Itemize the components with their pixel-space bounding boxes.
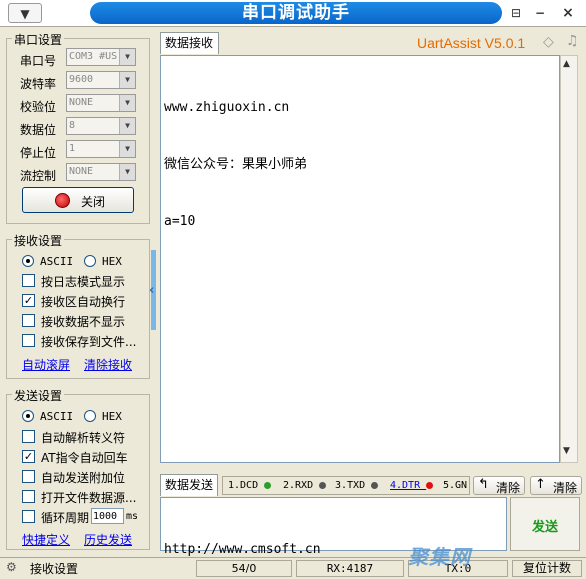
send-history-link[interactable]: 历史发送: [84, 531, 132, 548]
recv-hide-checkbox[interactable]: [22, 314, 35, 327]
clear-all-button[interactable]: ↑ 清除: [530, 476, 582, 495]
status-bar: ⚙ 接收设置 54/0 RX:4187 TX:0 复位计数: [0, 557, 586, 579]
recv-save-file-label: 接收保存到文件...: [41, 335, 137, 349]
settings-icon: ⚙: [6, 560, 17, 574]
close-window-button[interactable]: ×: [556, 3, 580, 23]
clear-receive-link[interactable]: 清除接收: [84, 356, 132, 373]
title-bar: ▼ 串口调试助手 ⊟ − ×: [0, 0, 586, 26]
send-hex-radio[interactable]: [84, 410, 96, 422]
send-file-label: 打开文件数据源...: [41, 491, 137, 505]
receive-settings-title: 接收设置: [12, 232, 65, 249]
status-label: 接收设置: [30, 562, 79, 576]
minimize-button[interactable]: −: [530, 3, 550, 23]
baud-select[interactable]: 9600 ▼: [66, 71, 136, 89]
collapse-left-icon[interactable]: ‹: [149, 283, 154, 298]
recv-hex-label: HEX: [102, 255, 122, 268]
system-menu-button[interactable]: ▼: [8, 3, 42, 23]
port-label: 串口号: [20, 54, 57, 68]
chevron-down-icon: ▼: [119, 141, 135, 157]
shortcut-define-link[interactable]: 快捷定义: [22, 531, 70, 548]
stopbits-select[interactable]: 1 ▼: [66, 140, 136, 158]
recv-log-mode-label: 按日志模式显示: [41, 275, 126, 289]
baud-label: 波特率: [20, 77, 57, 91]
signal-dtr[interactable]: 4.DTR: [390, 480, 434, 491]
status-led-icon: [55, 193, 70, 208]
send-hex-label: HEX: [102, 410, 122, 423]
signal-txd: 3.TXD: [335, 480, 379, 491]
chevron-down-icon: ▼: [20, 7, 30, 21]
recv-hex-radio[interactable]: [84, 255, 96, 267]
port-select[interactable]: COM3 #US ▼: [66, 48, 136, 66]
bell-icon[interactable]: ♫: [566, 33, 579, 49]
brand-label: UartAssist V5.0.1: [417, 35, 526, 51]
send-loop-checkbox[interactable]: [22, 510, 35, 523]
tab-send[interactable]: 数据发送: [160, 474, 218, 496]
send-at-cr-label: AT指令自动回车: [41, 451, 128, 465]
flow-label: 流控制: [20, 169, 57, 183]
receive-line: 微信公众号：果果小师弟: [164, 157, 308, 172]
scroll-down-icon[interactable]: ▼: [563, 446, 570, 456]
recv-save-file-checkbox[interactable]: [22, 334, 35, 347]
recv-log-mode-checkbox[interactable]: [22, 274, 35, 287]
send-file-checkbox[interactable]: [22, 490, 35, 503]
scroll-up-icon[interactable]: ▲: [563, 59, 570, 69]
signal-bar: 1.DCD 2.RXD 3.TXD 4.DTR 5.GN: [222, 476, 470, 495]
recv-hide-label: 接收数据不显示: [41, 315, 126, 329]
recv-auto-wrap-checkbox[interactable]: ✓: [22, 294, 35, 307]
signal-dcd: 1.DCD: [228, 480, 272, 491]
status-count: 54/0: [196, 560, 292, 577]
receive-line: a=10: [164, 214, 196, 229]
rxd-led-icon: [319, 481, 327, 489]
watermark-logo: 聚集网: [408, 545, 471, 569]
send-escape-checkbox[interactable]: [22, 430, 35, 443]
dtr-led-icon: [426, 481, 434, 489]
window-title: 串口调试助手: [90, 2, 502, 24]
signal-gnd: 5.GN: [443, 480, 468, 491]
databits-select[interactable]: 8 ▼: [66, 117, 136, 135]
up-arrow-icon: ↑: [535, 477, 546, 492]
txd-led-icon: [371, 481, 379, 489]
receive-scrollbar[interactable]: ▲ ▼: [560, 55, 578, 463]
recv-ascii-radio[interactable]: [22, 255, 34, 267]
flow-select[interactable]: NONE ▼: [66, 163, 136, 181]
status-rx: RX:4187: [296, 560, 404, 577]
send-append-checkbox[interactable]: [22, 470, 35, 483]
send-append-label: 自动发送附加位: [41, 471, 126, 485]
send-at-cr-checkbox[interactable]: ✓: [22, 450, 35, 463]
chevron-down-icon: ▼: [119, 49, 135, 65]
undo-icon: ↰: [478, 477, 489, 492]
send-ascii-label: ASCII: [40, 410, 74, 423]
chevron-down-icon: ▼: [119, 95, 135, 111]
close-port-button[interactable]: 关闭: [22, 187, 134, 213]
dcd-led-icon: [264, 481, 272, 489]
loop-unit-label: ms: [126, 511, 139, 522]
chevron-down-icon: ▼: [119, 72, 135, 88]
clear-send-button[interactable]: ↰ 清除: [473, 476, 525, 495]
send-ascii-radio[interactable]: [22, 410, 34, 422]
send-settings-title: 发送设置: [12, 387, 65, 404]
pin-icon[interactable]: ⊟: [506, 3, 526, 23]
send-button[interactable]: 发送: [510, 497, 580, 551]
send-loop-label: 循环周期: [41, 511, 90, 525]
diamond-icon[interactable]: ◇: [543, 34, 554, 50]
auto-scroll-link[interactable]: 自动滚屏: [22, 356, 70, 373]
databits-label: 数据位: [20, 123, 57, 137]
reset-count-button[interactable]: 复位计数: [512, 560, 582, 577]
send-escape-label: 自动解析转义符: [41, 431, 126, 445]
chevron-down-icon: ▼: [119, 164, 135, 180]
parity-select[interactable]: NONE ▼: [66, 94, 136, 112]
loop-period-input[interactable]: [91, 508, 124, 524]
receive-line: www.zhiguoxin.cn: [164, 100, 290, 115]
recv-ascii-label: ASCII: [40, 255, 74, 268]
parity-label: 校验位: [20, 100, 57, 114]
chevron-down-icon: ▼: [119, 118, 135, 134]
stopbits-label: 停止位: [20, 146, 57, 160]
signal-rxd: 2.RXD: [283, 480, 327, 491]
recv-auto-wrap-label: 接收区自动换行: [41, 295, 126, 309]
serial-settings-title: 串口设置: [12, 31, 65, 48]
tab-receive[interactable]: 数据接收: [160, 32, 219, 54]
receive-textarea[interactable]: www.zhiguoxin.cn 微信公众号：果果小师弟 a=10: [160, 55, 560, 463]
